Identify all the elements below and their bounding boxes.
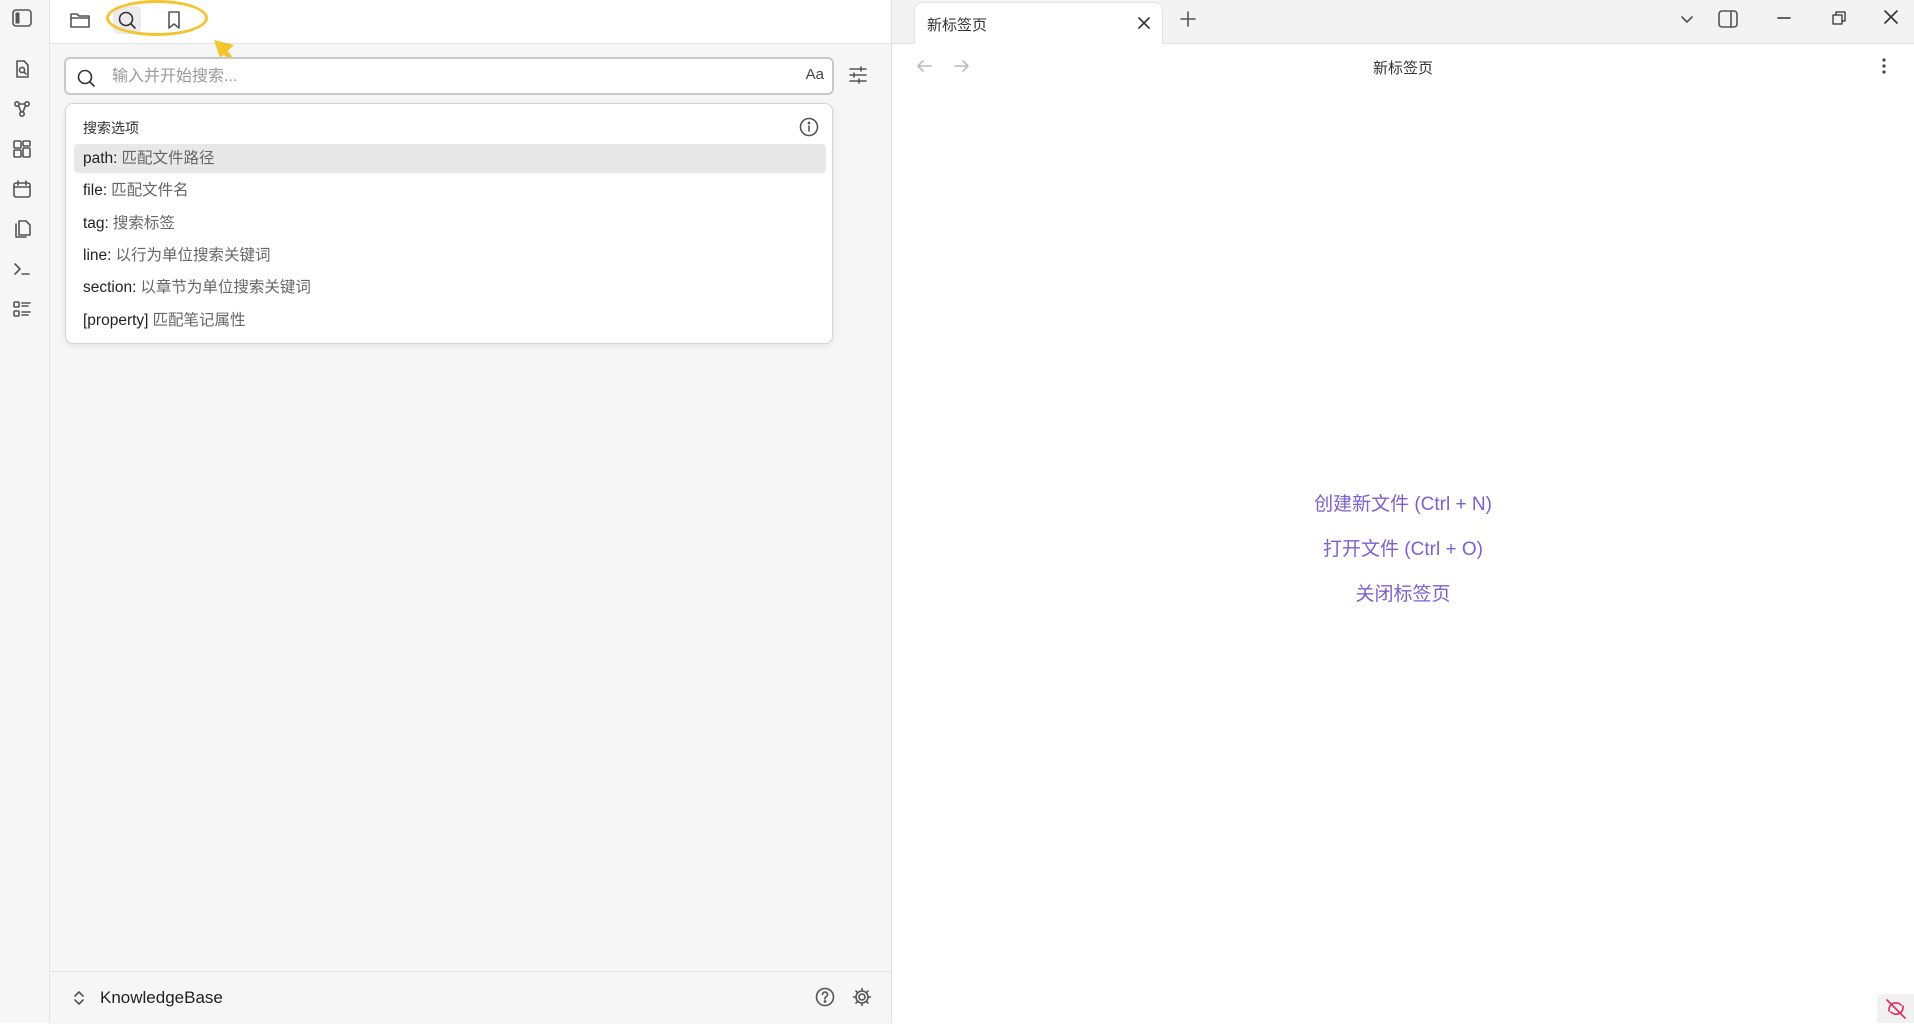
left-sidebar: Aa 搜索选项 path:匹配文件路径 file:匹配文件名 tag:搜索标签 …	[50, 0, 892, 1024]
canvas-icon[interactable]	[10, 137, 34, 161]
calendar-icon[interactable]	[10, 177, 34, 201]
help-icon[interactable]	[814, 986, 836, 1008]
option-desc: 以章节为单位搜索关键词	[140, 279, 311, 296]
terminal-icon[interactable]	[10, 257, 34, 281]
search-option-path[interactable]: path: 匹配文件路径	[74, 144, 826, 173]
toggle-sidebar-icon[interactable]	[10, 6, 34, 30]
search-icon	[76, 68, 96, 88]
vault-switcher-icon[interactable]	[72, 989, 86, 1007]
option-desc: 匹配笔记属性	[152, 312, 246, 329]
search-option-tag[interactable]: tag: 搜索标签	[74, 209, 826, 238]
view-header-title: 新标签页	[1372, 60, 1433, 77]
more-options-icon[interactable]	[1880, 56, 1888, 76]
close-tab-icon[interactable]	[1136, 15, 1152, 31]
option-key: [property]	[83, 312, 149, 329]
open-file-link[interactable]: 打开文件 (Ctrl + O)	[892, 534, 1914, 561]
option-desc: 匹配文件路径	[121, 150, 215, 167]
search-settings-icon[interactable]	[847, 64, 869, 86]
vault-name[interactable]: KnowledgeBase	[100, 988, 223, 1008]
quick-switcher-icon[interactable]	[10, 57, 34, 81]
file-explorer-tab-icon[interactable]	[66, 6, 94, 34]
search-option-line[interactable]: line: 以行为单位搜索关键词	[74, 241, 826, 270]
window-close-icon[interactable]	[1881, 7, 1901, 27]
option-key: path:	[83, 150, 118, 167]
left-ribbon	[0, 0, 50, 1023]
search-option-file[interactable]: file: 匹配文件名	[74, 176, 826, 205]
highlight-circle	[106, 0, 208, 36]
main-pane: 新标签页 新标签页 创建新文件 (Ctrl + N) 打开文件 (Ctrl + …	[892, 0, 1914, 1023]
templates-icon[interactable]	[10, 217, 34, 241]
tab-bar: 新标签页	[892, 0, 1914, 44]
new-tab-plus-icon[interactable]	[1178, 9, 1198, 29]
option-key: tag:	[83, 215, 109, 232]
search-options-title: 搜索选项	[83, 120, 139, 136]
window-minimize-icon[interactable]	[1774, 8, 1794, 28]
option-key: section:	[83, 279, 137, 296]
tab-list-chevron-down-icon[interactable]	[1678, 10, 1696, 28]
match-case-toggle[interactable]: Aa	[806, 66, 824, 83]
option-desc: 搜索标签	[112, 215, 175, 232]
create-new-file-link[interactable]: 创建新文件 (Ctrl + N)	[892, 489, 1914, 516]
settings-gear-icon[interactable]	[851, 986, 873, 1008]
close-tab-link[interactable]: 关闭标签页	[892, 579, 1914, 606]
option-key: line:	[83, 247, 112, 264]
sidebar-tab-header	[50, 0, 891, 44]
graph-view-icon[interactable]	[10, 97, 34, 121]
search-input[interactable]	[110, 64, 754, 90]
search-options-popup: 搜索选项 path: 匹配文件路径 file: 匹配文件名 tag: 搜索标签 lin…	[65, 103, 833, 344]
window-restore-icon[interactable]	[1829, 8, 1849, 28]
outline-list-icon[interactable]	[10, 297, 34, 321]
info-icon[interactable]	[798, 116, 820, 138]
toggle-right-sidebar-icon[interactable]	[1716, 7, 1740, 31]
tab-new-tab[interactable]: 新标签页	[914, 2, 1163, 44]
search-box: Aa	[64, 57, 834, 95]
vault-footer: KnowledgeBase	[50, 971, 891, 1024]
option-desc: 匹配文件名	[111, 182, 189, 199]
sync-status-icon[interactable]	[1877, 994, 1914, 1023]
search-option-property[interactable]: [property] 匹配笔记属性	[74, 306, 826, 335]
option-desc: 以行为单位搜索关键词	[115, 247, 271, 264]
search-option-section[interactable]: section: 以章节为单位搜索关键词	[74, 273, 826, 302]
option-key: file:	[83, 182, 108, 199]
tab-title: 新标签页	[927, 17, 988, 34]
